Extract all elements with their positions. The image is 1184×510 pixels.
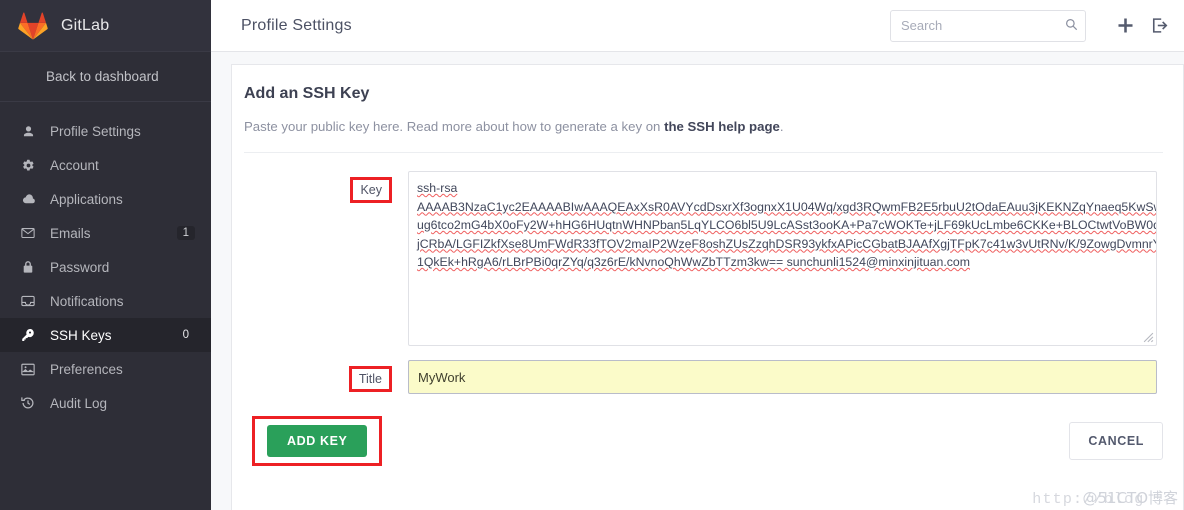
key-line: ug6tco2mG4bX0oFy2W+hHG6HUqtnWHNPban5LqYL… bbox=[417, 218, 1157, 232]
key-field-cell: ssh-rsa AAAAB3NzaC1yc2EAAAABIwAAAQEAxXsR… bbox=[408, 171, 1163, 346]
gitlab-logo-icon bbox=[18, 12, 48, 40]
cancel-button[interactable]: CANCEL bbox=[1069, 422, 1163, 460]
key-label: Key bbox=[350, 177, 392, 203]
user-icon bbox=[18, 125, 38, 138]
resize-handle-icon[interactable] bbox=[1143, 332, 1154, 343]
key-line: AAAAB3NzaC1yc2EAAAABIwAAAQEAxXsR0AVYcdDs… bbox=[417, 199, 1157, 214]
back-to-dashboard-label: Back to dashboard bbox=[46, 69, 159, 84]
title-field-cell bbox=[408, 360, 1163, 394]
title-label-cell: Title bbox=[244, 360, 408, 392]
sidebar-item-label: Profile Settings bbox=[50, 123, 141, 139]
sidebar-item-applications[interactable]: Applications bbox=[0, 182, 211, 216]
main-area: Profile Settings Add an SSH Key Paste yo… bbox=[211, 0, 1184, 510]
key-icon bbox=[18, 328, 38, 342]
sidebar-item-badge: 1 bbox=[176, 226, 195, 240]
sidebar-item-label: Password bbox=[50, 259, 110, 275]
search-box[interactable] bbox=[890, 9, 1086, 42]
sidebar-item-profile-settings[interactable]: Profile Settings bbox=[0, 114, 211, 148]
add-ssh-key-panel: Add an SSH Key Paste your public key her… bbox=[231, 64, 1184, 510]
plus-icon[interactable] bbox=[1110, 10, 1140, 42]
search-icon[interactable] bbox=[1065, 18, 1078, 31]
panel-description: Paste your public key here. Read more ab… bbox=[244, 119, 1163, 153]
sidebar-item-label: Emails bbox=[50, 225, 91, 241]
sidebar: GitLab Back to dashboard Profile Setting… bbox=[0, 0, 211, 510]
history-icon bbox=[18, 396, 38, 410]
back-to-dashboard-link[interactable]: Back to dashboard bbox=[0, 52, 211, 102]
ssh-help-page-link[interactable]: the SSH help page bbox=[664, 119, 780, 134]
sidebar-brand[interactable]: GitLab bbox=[0, 0, 211, 52]
cloud-icon bbox=[18, 193, 38, 206]
form-actions: ADD KEY CANCEL bbox=[244, 416, 1163, 466]
sidebar-item-emails[interactable]: Emails 1 bbox=[0, 216, 211, 250]
title-form-row: Title bbox=[244, 360, 1163, 394]
panel-title: Add an SSH Key bbox=[244, 85, 370, 102]
sidebar-item-ssh-keys[interactable]: SSH Keys 0 bbox=[0, 318, 211, 352]
sidebar-item-label: Preferences bbox=[50, 361, 123, 377]
brand-label: GitLab bbox=[61, 16, 110, 34]
title-label: Title bbox=[348, 366, 392, 392]
watermark-site: @51CTO博客 bbox=[1082, 489, 1178, 507]
sidebar-nav: Profile Settings Account Applications Em… bbox=[0, 102, 211, 420]
search-input[interactable] bbox=[890, 9, 1086, 42]
key-form-row: Key ssh-rsa AAAAB3NzaC1yc2EAAAABIwAAAQEA… bbox=[244, 171, 1163, 346]
key-label-cell: Key bbox=[244, 171, 408, 203]
sign-out-icon[interactable] bbox=[1144, 10, 1174, 42]
sidebar-item-badge: 0 bbox=[182, 329, 189, 341]
sidebar-item-label: SSH Keys bbox=[50, 327, 112, 343]
sidebar-item-preferences[interactable]: Preferences bbox=[0, 352, 211, 386]
panel-description-prefix: Paste your public key here. Read more ab… bbox=[244, 119, 665, 134]
image-icon bbox=[18, 363, 38, 376]
key-line: ssh-rsa bbox=[417, 181, 458, 195]
content-area: Add an SSH Key Paste your public key her… bbox=[211, 52, 1184, 510]
ssh-key-textarea[interactable]: ssh-rsa AAAAB3NzaC1yc2EAAAABIwAAAQEAxXsR… bbox=[408, 171, 1157, 346]
key-title-input[interactable] bbox=[408, 360, 1157, 394]
key-line: jCRbA/LGFIZkfXse8UmFWdR33fTOV2maIP2WzeF8… bbox=[417, 236, 1157, 251]
app-root: GitLab Back to dashboard Profile Setting… bbox=[0, 0, 1184, 510]
key-line: 1QkEk+hRgA6/rLBrPBi0qrZYq/q3z6rE/kNvnoQh… bbox=[417, 255, 970, 269]
sidebar-item-label: Applications bbox=[50, 191, 123, 207]
sidebar-item-audit-log[interactable]: Audit Log bbox=[0, 386, 211, 420]
sidebar-item-account[interactable]: Account bbox=[0, 148, 211, 182]
watermark: http://blog@51CTO博客 bbox=[1032, 487, 1178, 508]
sidebar-item-label: Audit Log bbox=[50, 395, 108, 411]
sidebar-item-notifications[interactable]: Notifications bbox=[0, 284, 211, 318]
panel-description-suffix: . bbox=[779, 119, 784, 134]
add-key-button[interactable]: ADD KEY bbox=[267, 425, 368, 457]
topbar: Profile Settings bbox=[211, 0, 1184, 52]
sidebar-item-label: Notifications bbox=[50, 293, 124, 309]
gear-icon bbox=[18, 159, 38, 172]
inbox-icon bbox=[18, 295, 38, 307]
sidebar-item-password[interactable]: Password bbox=[0, 250, 211, 284]
sidebar-item-label: Account bbox=[50, 157, 99, 173]
page-title: Profile Settings bbox=[241, 16, 352, 34]
envelope-icon bbox=[18, 227, 38, 239]
lock-icon bbox=[18, 260, 38, 274]
add-key-highlight: ADD KEY bbox=[252, 416, 383, 466]
